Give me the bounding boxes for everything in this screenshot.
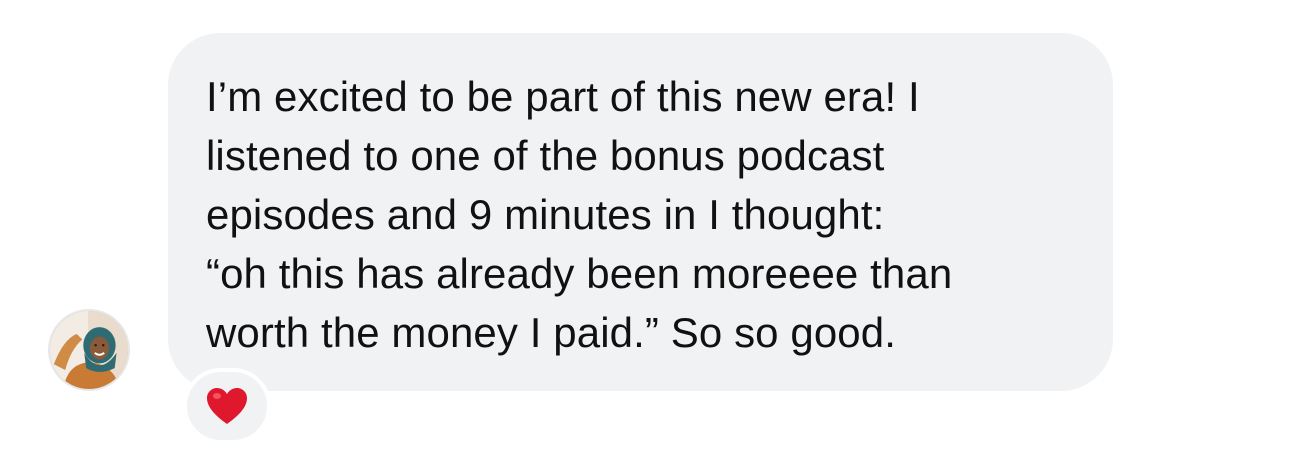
message-row: I’m excited to be part of this new era! … [0,0,1290,470]
heart-icon [207,388,247,424]
message-bubble[interactable]: I’m excited to be part of this new era! … [168,33,1113,391]
avatar[interactable] [48,309,130,391]
reaction-badge[interactable] [183,368,271,444]
message-text: I’m excited to be part of this new era! … [206,73,953,356]
